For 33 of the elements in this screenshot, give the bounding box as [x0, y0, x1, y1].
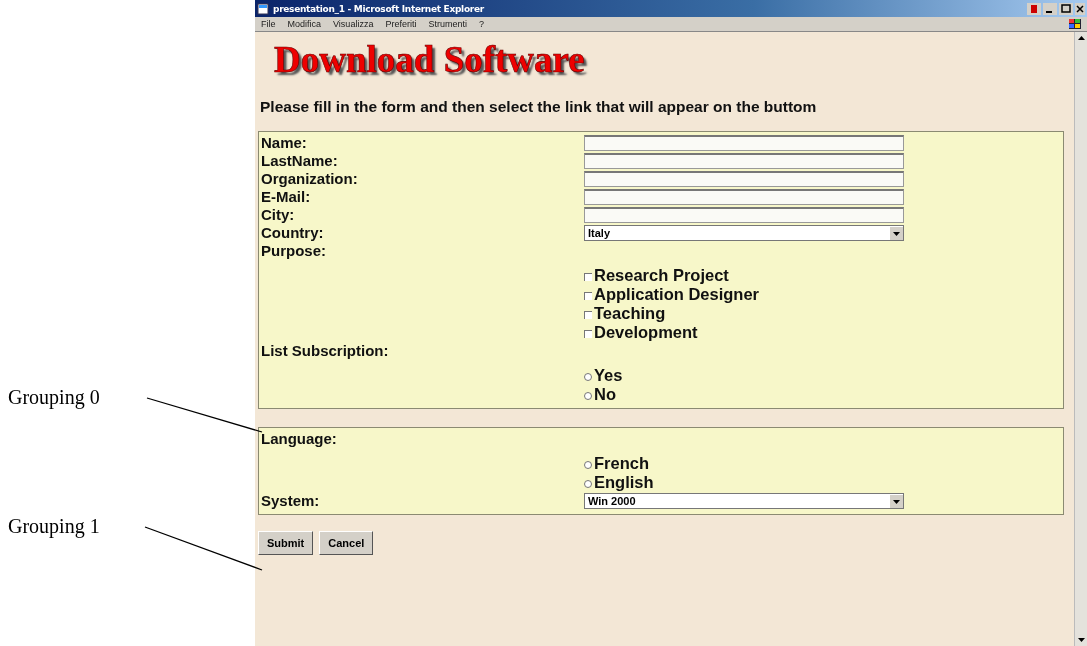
menu-item[interactable]: ?	[478, 19, 484, 29]
field-label: Name:	[261, 134, 308, 152]
field-label: LastName:	[261, 152, 339, 170]
option-label: Teaching	[594, 304, 666, 323]
menu-item[interactable]: Strumenti	[428, 19, 467, 29]
menu-item[interactable]: Preferiti	[385, 19, 417, 29]
option-label: French	[594, 454, 649, 473]
field-label: E-Mail:	[261, 188, 312, 206]
field-label: Country:	[261, 224, 325, 242]
field-label: Organization:	[261, 170, 359, 188]
window-title: presentation_1 - Microsoft Internet Explorer	[273, 3, 484, 14]
menu-item[interactable]: File	[261, 19, 276, 29]
instruction-text: Please fill in the form and then select the link that will appear on the buttom	[260, 98, 818, 116]
dropdown[interactable]: Italy	[584, 225, 904, 241]
field-label: System:	[261, 492, 321, 510]
dropdown[interactable]: Win 2000	[584, 493, 904, 509]
option-label: Research Project	[594, 266, 729, 285]
field-label: City:	[261, 206, 296, 224]
annotation-label: Grouping 0	[8, 385, 100, 409]
option-label: English	[594, 473, 654, 492]
option-label: Application Designer	[594, 285, 760, 304]
option-label: No	[594, 385, 616, 404]
menu-item[interactable]: Visualizza	[333, 19, 374, 29]
field-label: Language:	[261, 430, 338, 448]
option-label: Yes	[594, 366, 623, 385]
form-button[interactable]: Submit	[258, 531, 314, 555]
form-button[interactable]: Cancel	[319, 531, 374, 555]
page-heading: Download Software	[274, 38, 586, 82]
menu-item[interactable]: Modifica	[287, 19, 322, 29]
annotation-label: Grouping 1	[8, 514, 100, 538]
option-label: Development	[594, 323, 698, 342]
field-label: List Subscription:	[261, 342, 390, 360]
field-label: Purpose:	[261, 242, 327, 260]
